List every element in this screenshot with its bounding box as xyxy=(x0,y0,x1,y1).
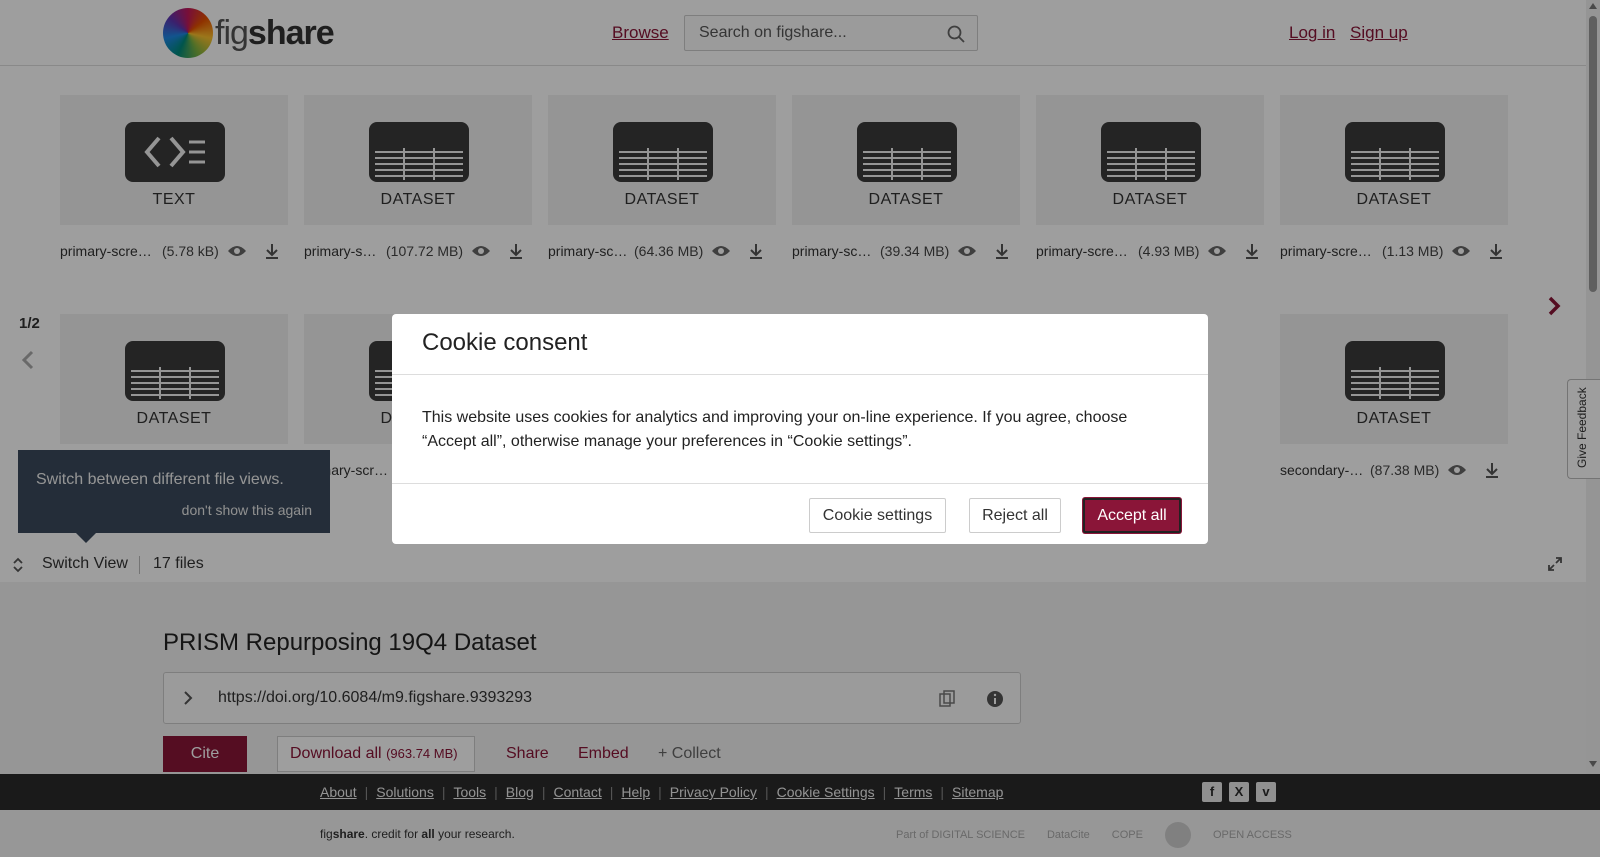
dialog-body: This website uses cookies for analytics … xyxy=(422,409,1128,450)
cookie-consent-dialog: Cookie consent This website uses cookies… xyxy=(392,314,1208,544)
cookie-settings-button[interactable]: Cookie settings xyxy=(809,498,946,533)
dialog-header: Cookie consent xyxy=(392,314,1208,375)
reject-all-button[interactable]: Reject all xyxy=(969,498,1061,533)
accept-all-button[interactable]: Accept all xyxy=(1083,498,1181,533)
dialog-title: Cookie consent xyxy=(422,329,588,356)
dialog-footer: Cookie settings Reject all Accept all xyxy=(392,483,1208,544)
